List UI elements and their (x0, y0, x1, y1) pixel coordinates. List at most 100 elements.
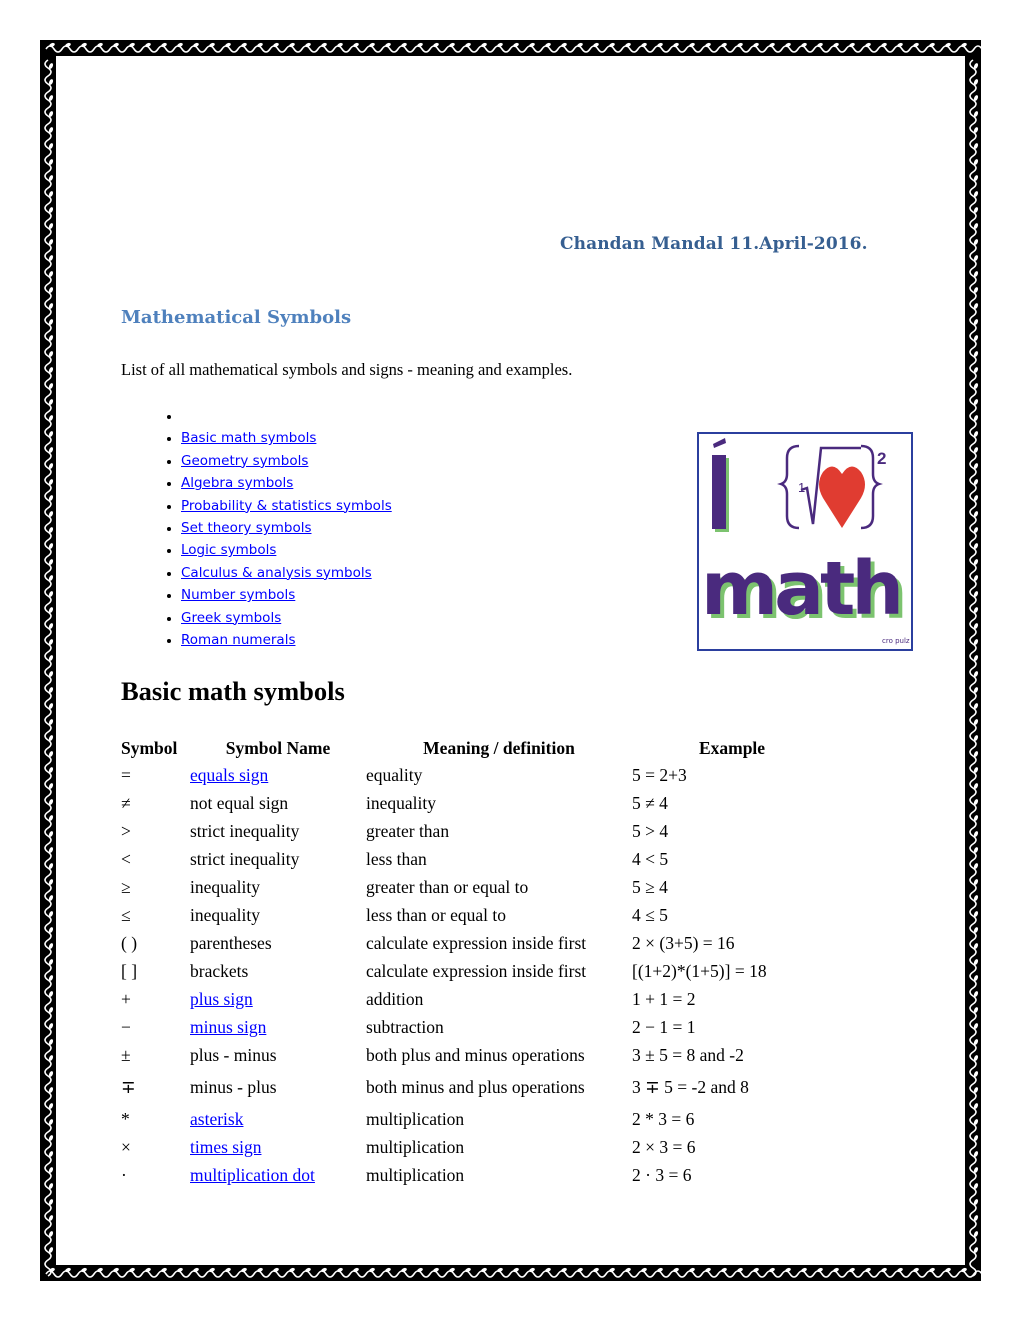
example-cell: 2 * 3 = 6 (632, 1108, 695, 1129)
example-cell: 2 · 3 = 6 (632, 1164, 692, 1185)
example-cell: 2 − 1 = 1 (632, 1016, 696, 1037)
meaning-cell: calculate expression inside first (366, 932, 587, 953)
header-symbol-name: Symbol Name (225, 737, 331, 758)
toc-link[interactable]: Algebra symbols (181, 475, 293, 491)
root-index-text: 1 (798, 480, 805, 495)
header-example: Example (698, 737, 766, 758)
symbol-cell: ≠ (121, 792, 131, 813)
symbol-name-cell: strict inequality (190, 820, 300, 841)
symbol-name-link[interactable]: plus sign (190, 989, 253, 1009)
symbol-cell: + (121, 988, 131, 1009)
toc-link[interactable]: Basic math symbols (181, 430, 316, 446)
header-meaning: Meaning / definition (423, 737, 575, 758)
toc-item: Calculus & analysis symbols (181, 562, 392, 584)
example-cell: 5 > 4 (632, 820, 669, 841)
toc-link[interactable]: Roman numerals (181, 632, 295, 648)
toc-item: Algebra symbols (181, 472, 392, 494)
example-cell: 5 ≥ 4 (632, 876, 668, 897)
toc-link[interactable]: Geometry symbols (181, 453, 308, 469)
i-love-math-graphic: 1 2 math math cro pulz (701, 438, 910, 645)
meaning-cell: less than or equal to (366, 904, 506, 925)
symbol-name-cell: inequality (190, 876, 260, 897)
meaning-cell: addition (366, 988, 424, 1009)
table-row: * asterisk multiplication 2 * 3 = 6 (121, 1105, 832, 1133)
meaning-cell: both minus and plus operations (366, 1076, 585, 1097)
section-title: Mathematical Symbols (121, 307, 352, 328)
symbol-name-cell: strict inequality (190, 848, 300, 869)
symbol-name-cell: asterisk (190, 1105, 366, 1133)
toc-link[interactable]: Greek symbols (181, 610, 281, 626)
symbol-cell: = (121, 764, 131, 785)
toc-link[interactable]: Logic symbols (181, 542, 276, 558)
symbol-name-cell: multiplication dot (190, 1161, 366, 1189)
example-cell: 4 < 5 (632, 848, 669, 869)
vine-border-right (965, 40, 981, 1281)
toc-link[interactable]: Set theory symbols (181, 520, 312, 536)
example-cell: 3 ∓ 5 = -2 and 8 (632, 1076, 749, 1097)
symbol-cell: ≤ (121, 904, 131, 925)
symbol-name-cell: not equal sign (190, 792, 289, 813)
symbol-cell: · (121, 1164, 127, 1185)
image-credit: cro pulz (882, 637, 910, 645)
letter-i-icon (712, 438, 729, 532)
symbol-name-cell: inequality (190, 904, 260, 925)
symbol-name-cell: minus sign (190, 1013, 366, 1041)
toc-item: Logic symbols (181, 539, 392, 561)
table-row: ≠ not equal sign inequality 5 ≠ 4 (121, 789, 832, 817)
meaning-cell: inequality (366, 792, 436, 813)
symbol-name-cell: minus - plus (190, 1076, 277, 1097)
meaning-cell: greater than or equal to (366, 876, 529, 897)
symbol-name-link[interactable]: multiplication dot (190, 1165, 315, 1185)
heart-icon (819, 466, 865, 528)
symbol-cell: ± (121, 1044, 131, 1065)
toc-item: Probability & statistics symbols (181, 495, 392, 517)
meaning-cell: equality (366, 764, 423, 785)
table-row: ≤ inequality less than or equal to 4 ≤ 5 (121, 901, 832, 929)
meaning-cell: greater than (366, 820, 450, 841)
symbol-cell: ∓ (121, 1076, 136, 1097)
symbol-name-link[interactable]: equals sign (190, 765, 268, 785)
symbol-cell: * (121, 1108, 130, 1129)
symbol-name-cell: plus sign (190, 985, 366, 1013)
table-row: ∓ minus - plus both minus and plus operati… (121, 1069, 832, 1105)
symbol-name-link[interactable]: minus sign (190, 1017, 266, 1037)
meaning-cell: less than (366, 848, 427, 869)
symbol-cell: ( ) (121, 932, 138, 953)
symbol-cell: × (121, 1136, 131, 1157)
toc-link[interactable]: Probability & statistics symbols (181, 498, 392, 514)
example-cell: 5 ≠ 4 (632, 792, 668, 813)
table-row: + plus sign addition 1 + 1 = 2 (121, 985, 832, 1013)
toc-link[interactable]: Calculus & analysis symbols (181, 565, 372, 581)
table-row: > strict inequality greater than 5 > 4 (121, 817, 832, 845)
symbol-name-link[interactable]: asterisk (190, 1109, 243, 1129)
meaning-cell: both plus and minus operations (366, 1044, 585, 1065)
meaning-cell: subtraction (366, 1016, 444, 1037)
vine-border-left (40, 40, 56, 1281)
author-date-line: Chandan Mandal 11.April-2016. (560, 234, 868, 254)
header-symbol: Symbol (121, 737, 178, 758)
toc-item: Greek symbols (181, 607, 392, 629)
table-row: [ ] brackets calculate expression inside f… (121, 957, 832, 985)
table-row: = equals sign equality 5 = 2+3 (121, 761, 832, 789)
example-cell: 2 × 3 = 6 (632, 1136, 696, 1157)
example-cell: 1 + 1 = 2 (632, 988, 696, 1009)
basic-symbols-table: Symbol Symbol Name Meaning / definition … (121, 735, 832, 1189)
math-text: math (701, 546, 900, 632)
i-love-math-image: 1 2 math math cro pulz (697, 432, 913, 651)
symbol-cell: − (121, 1016, 131, 1037)
intro-paragraph: List of all mathematical symbols and sig… (121, 360, 573, 379)
symbol-name-cell: brackets (190, 960, 249, 981)
meaning-cell: multiplication (366, 1164, 465, 1185)
symbol-cell: ≥ (121, 876, 131, 897)
table-row: ≥ inequality greater than or equal to 5 ≥ 4 (121, 873, 832, 901)
symbol-cell: > (121, 820, 131, 841)
example-cell: 5 = 2+3 (632, 764, 687, 785)
toc-item: Roman numerals (181, 629, 392, 651)
example-cell: 3 ± 5 = 8 and -2 (632, 1044, 744, 1065)
symbol-name-link[interactable]: times sign (190, 1137, 261, 1157)
toc-link[interactable]: Number symbols (181, 587, 295, 603)
example-cell: [(1+2)*(1+5)] = 18 (632, 960, 767, 981)
symbol-cell: [ ] (121, 960, 138, 981)
symbol-name-cell: times sign (190, 1133, 366, 1161)
exponent-text: 2 (877, 449, 886, 468)
